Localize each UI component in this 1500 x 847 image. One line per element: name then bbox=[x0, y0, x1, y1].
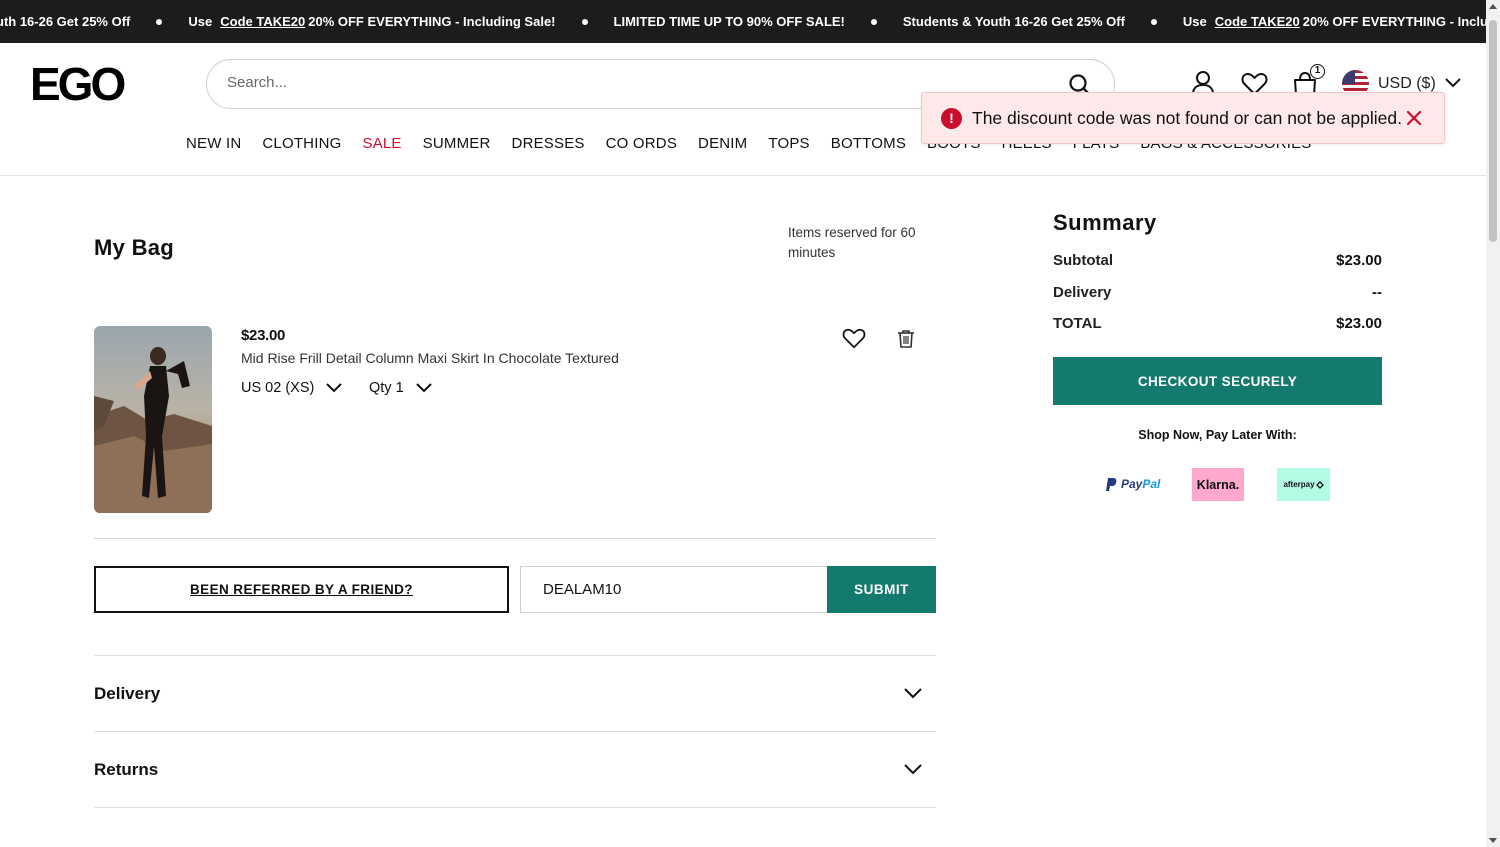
ticker-text: LIMITED TIME UP TO 90% OFF SALE! bbox=[613, 14, 845, 29]
nav-item-summer[interactable]: SUMMER bbox=[423, 135, 491, 152]
quantity-selector[interactable]: Qty 1 bbox=[369, 380, 432, 396]
accordion-title: Returns bbox=[94, 759, 159, 779]
accordion-returns[interactable]: Returns bbox=[94, 732, 936, 807]
size-selector[interactable]: US 02 (XS) bbox=[241, 380, 343, 396]
chevron-down-icon bbox=[904, 764, 922, 775]
ticker-item: Use Code TAKE20 20% OFF EVERYTHING - Inc… bbox=[188, 14, 555, 29]
nav-item-dresses[interactable]: DRESSES bbox=[512, 135, 585, 152]
afterpay-logo: afterpay bbox=[1277, 468, 1330, 501]
summary-row-subtotal: Subtotal $23.00 bbox=[1053, 252, 1382, 269]
summary-row-delivery: Delivery -- bbox=[1053, 284, 1382, 301]
toast-message: The discount code was not found or can n… bbox=[972, 107, 1403, 128]
summary-value: -- bbox=[1372, 284, 1382, 301]
afterpay-icon bbox=[1315, 480, 1324, 489]
currency-label: USD ($) bbox=[1378, 74, 1436, 92]
scroll-up-icon[interactable] bbox=[1489, 4, 1497, 9]
paypal-text: Pal bbox=[1142, 477, 1161, 491]
ticker-separator bbox=[1150, 18, 1157, 25]
error-icon: ! bbox=[941, 107, 962, 129]
scrollbar[interactable] bbox=[1486, 0, 1500, 847]
paypal-text: Pay bbox=[1121, 477, 1143, 491]
paypal-icon bbox=[1106, 477, 1117, 491]
chevron-down-icon bbox=[326, 383, 343, 393]
ticker-separator bbox=[870, 18, 877, 25]
ticker-code-link[interactable]: Code TAKE20 bbox=[1215, 14, 1300, 29]
divider bbox=[94, 807, 936, 808]
summary-row-total: TOTAL $23.00 bbox=[1053, 315, 1382, 332]
scroll-down-icon[interactable] bbox=[1489, 838, 1497, 843]
site-logo[interactable]: EGO bbox=[30, 61, 126, 107]
move-to-wishlist-icon[interactable] bbox=[842, 328, 866, 354]
paypal-logo: Pay Pal bbox=[1106, 477, 1160, 491]
checkout-button[interactable]: CHECKOUT SECURELY bbox=[1053, 357, 1382, 405]
summary-value: $23.00 bbox=[1336, 315, 1382, 332]
ticker-text: Use bbox=[188, 14, 213, 29]
summary-label: Subtotal bbox=[1053, 252, 1113, 269]
reserved-notice: Items reserved for 60 minutes bbox=[788, 225, 916, 260]
close-icon[interactable] bbox=[1404, 108, 1424, 133]
item-price: $23.00 bbox=[241, 327, 286, 344]
ticker-item: Students & Youth 16-26 Get 25% Off bbox=[903, 14, 1125, 29]
chevron-down-icon bbox=[904, 688, 922, 699]
ticker-text: 20% OFF EVERYTHING - Includir bbox=[1302, 14, 1486, 29]
item-name[interactable]: Mid Rise Frill Detail Column Maxi Skirt … bbox=[241, 350, 619, 366]
ticker-item: LIMITED TIME UP TO 90% OFF SALE! bbox=[614, 14, 845, 29]
afterpay-text: afterpay bbox=[1283, 480, 1315, 489]
error-toast: ! The discount code was not found or can… bbox=[921, 92, 1445, 144]
quantity-value: Qty 1 bbox=[369, 380, 404, 396]
nav-item-denim[interactable]: DENIM bbox=[698, 135, 747, 152]
ticker-text: 20% OFF EVERYTHING - Including Sale! bbox=[308, 14, 556, 29]
nav-item-co-ords[interactable]: CO ORDS bbox=[606, 135, 677, 152]
summary-value: $23.00 bbox=[1336, 252, 1382, 269]
ticker-item: uth 16-26 Get 25% Off bbox=[0, 14, 130, 29]
header-divider bbox=[0, 175, 1486, 176]
divider bbox=[94, 538, 936, 539]
klarna-logo: Klarna. bbox=[1192, 468, 1244, 501]
ticker-separator bbox=[156, 18, 163, 25]
summary-label: TOTAL bbox=[1053, 315, 1102, 332]
chevron-down-icon bbox=[415, 383, 432, 393]
submit-code-button[interactable]: SUBMIT bbox=[827, 566, 936, 613]
discount-code-input[interactable] bbox=[520, 566, 828, 613]
page-title: My Bag bbox=[94, 235, 175, 260]
search-input[interactable] bbox=[227, 74, 1027, 91]
ticker-text: Students & Youth 16-26 Get 25% Off bbox=[902, 14, 1125, 29]
size-value: US 02 (XS) bbox=[241, 380, 315, 396]
ticker-text: uth 16-26 Get 25% Off bbox=[0, 14, 131, 29]
pay-later-label: Shop Now, Pay Later With: bbox=[1138, 428, 1297, 442]
accordion-delivery[interactable]: Delivery bbox=[94, 656, 936, 731]
ticker-item: Use Code TAKE20 20% OFF EVERYTHING - Inc… bbox=[1183, 14, 1486, 29]
nav-item-bottoms[interactable]: BOTTOMS bbox=[831, 135, 906, 152]
summary-label: Delivery bbox=[1053, 284, 1112, 301]
promo-ticker: uth 16-26 Get 25% Off Use Code TAKE20 20… bbox=[0, 0, 1486, 43]
nav-item-sale[interactable]: SALE bbox=[362, 135, 401, 152]
summary-title: Summary bbox=[1053, 210, 1157, 235]
ticker-separator bbox=[581, 18, 588, 25]
nav-item-new-in[interactable]: NEW IN bbox=[186, 135, 241, 152]
scroll-thumb[interactable] bbox=[1489, 20, 1497, 242]
product-image[interactable] bbox=[94, 326, 212, 513]
accordion-title: Delivery bbox=[94, 683, 161, 703]
nav-item-clothing[interactable]: CLOTHING bbox=[262, 135, 341, 152]
nav-item-tops[interactable]: TOPS bbox=[768, 135, 809, 152]
chevron-down-icon bbox=[1445, 75, 1461, 93]
ticker-text: Use bbox=[1182, 14, 1207, 29]
trash-icon[interactable] bbox=[897, 329, 915, 353]
bag-count-badge: 1 bbox=[1310, 64, 1325, 79]
referral-button[interactable]: BEEN REFERRED BY A FRIEND? bbox=[94, 566, 509, 613]
ticker-code-link[interactable]: Code TAKE20 bbox=[220, 14, 305, 29]
